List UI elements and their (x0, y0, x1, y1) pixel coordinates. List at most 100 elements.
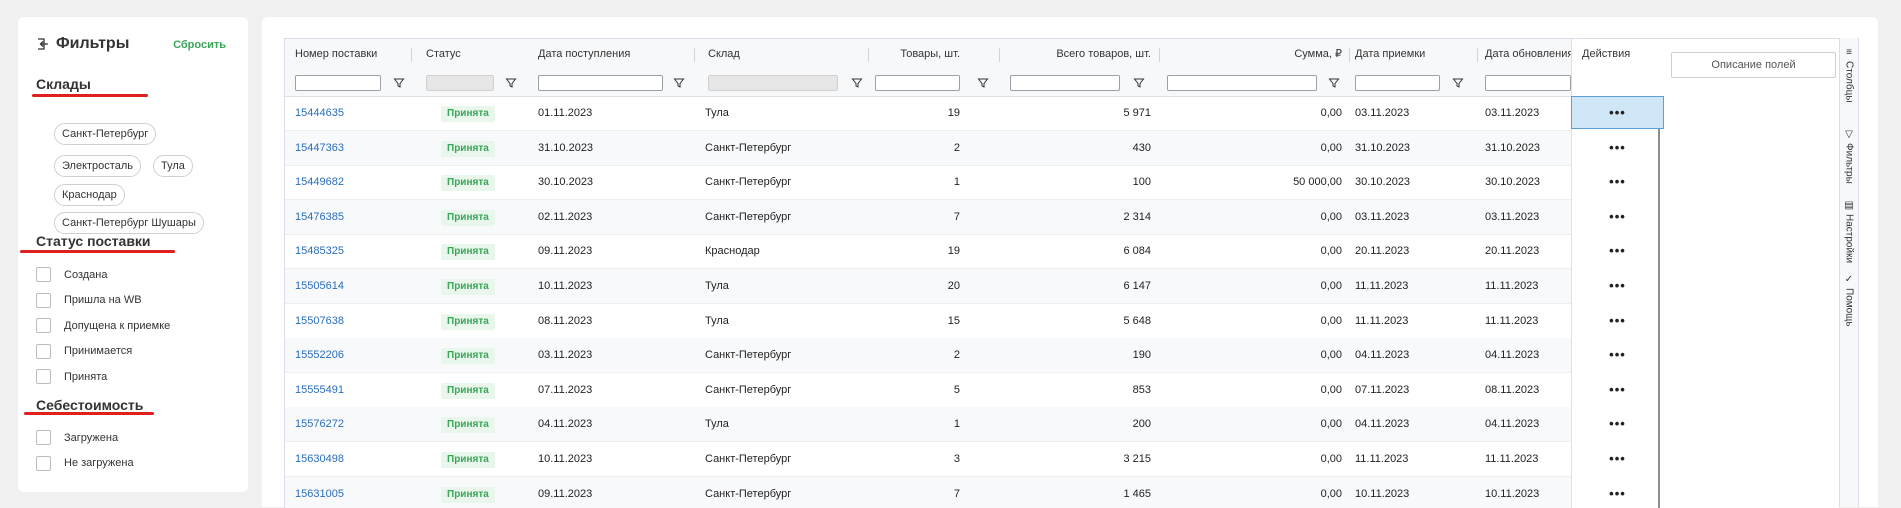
filter-input-sum[interactable] (1167, 75, 1317, 91)
filter-icon[interactable] (1328, 77, 1340, 89)
supply-number-link[interactable]: 15576272 (295, 407, 344, 441)
table-row[interactable]: 15444635 Принята 01.11.2023 Тула 19 5 971 0,00… (285, 96, 1664, 131)
filter-input-items[interactable] (875, 75, 960, 91)
column-header-actions[interactable]: Действия (1582, 39, 1630, 69)
column-resize-handle[interactable] (694, 48, 695, 62)
table-row[interactable]: 15476385 Принята 02.11.2023 Санкт-Петербург… (285, 199, 1664, 235)
filter-input-arrival-date[interactable] (538, 75, 663, 91)
filter-input-total-items[interactable] (1010, 75, 1120, 91)
checkbox[interactable] (36, 455, 51, 471)
warehouse-chip[interactable]: Электросталь (54, 155, 141, 177)
row-actions-button[interactable]: ••• (1571, 200, 1664, 234)
status-badge: Принята (441, 486, 495, 503)
row-actions-button[interactable]: ••• (1571, 131, 1664, 165)
checkbox[interactable] (36, 369, 51, 384)
column-header-number[interactable]: Номер поставки (295, 39, 415, 69)
side-tab-1[interactable]: ▽ Фильтры (1840, 130, 1858, 184)
table-row[interactable]: 15449682 Принята 30.10.2023 Санкт-Петербург… (285, 165, 1664, 201)
cost-option[interactable]: Загружена (36, 430, 118, 445)
side-tab-2[interactable]: ▤ Настройки (1840, 201, 1858, 264)
column-header-accept-date[interactable]: Дата приемки (1355, 39, 1455, 69)
filter-icon[interactable] (1133, 77, 1145, 89)
row-actions-button[interactable]: ••• (1571, 407, 1664, 441)
status-option[interactable]: Пришла на WB (36, 292, 142, 308)
column-resize-handle[interactable] (999, 48, 1000, 62)
warehouse-chip[interactable]: Краснодар (54, 184, 125, 206)
table-row[interactable]: 15631005 Принята 09.11.2023 Санкт-Петербург… (285, 476, 1664, 508)
supply-number-link[interactable]: 15507638 (295, 304, 344, 338)
warehouse-chip[interactable]: Тула (153, 155, 193, 177)
status-option[interactable]: Допущена к приемке (36, 318, 170, 333)
table-row[interactable]: 15507638 Принята 08.11.2023 Тула 15 5 648 0,00… (285, 304, 1664, 339)
supply-number-link[interactable]: 15485325 (295, 234, 344, 268)
warehouse-chip[interactable]: Санкт-Петербург (54, 123, 157, 145)
column-header-items[interactable]: Товары, шт. (845, 39, 960, 69)
filter-input-number[interactable] (295, 75, 381, 91)
supply-number-link[interactable]: 15555491 (295, 373, 344, 407)
table-row[interactable]: 15447363 Принята 31.10.2023 Санкт-Петербург… (285, 130, 1664, 166)
table-row[interactable]: 15485325 Принята 09.11.2023 Краснодар 19 6 08… (285, 234, 1664, 270)
checkbox[interactable] (36, 430, 51, 445)
supply-number-link[interactable]: 15447363 (295, 131, 344, 165)
filter-input-accept-date[interactable] (1355, 75, 1440, 91)
checkbox[interactable] (36, 292, 51, 308)
status-option[interactable]: Создана (36, 267, 107, 282)
table-row[interactable]: 15505614 Принята 10.11.2023 Тула 20 6 147 0,00… (285, 269, 1664, 304)
supply-number-link[interactable]: 15552206 (295, 338, 344, 372)
column-resize-handle[interactable] (868, 48, 869, 62)
row-actions-button[interactable]: ••• (1571, 304, 1664, 338)
row-actions-button[interactable]: ••• (1571, 373, 1664, 407)
supply-number-link[interactable]: 15631005 (295, 477, 344, 508)
column-header-status[interactable]: Статус (426, 39, 516, 69)
supply-number-link[interactable]: 15505614 (295, 269, 344, 303)
supply-number-link[interactable]: 15444635 (295, 96, 344, 130)
checkbox[interactable] (36, 318, 51, 333)
column-resize-handle[interactable] (1477, 48, 1478, 62)
row-actions-button[interactable]: ••• (1571, 96, 1664, 130)
status-option[interactable]: Принята (36, 369, 107, 384)
column-resize-handle[interactable] (1349, 48, 1350, 62)
table-row[interactable]: 15552206 Принята 03.11.2023 Санкт-Петербург… (285, 338, 1664, 374)
cost-option[interactable]: Не загружена (36, 455, 134, 471)
filter-icon[interactable] (505, 77, 517, 89)
filter-icon[interactable] (393, 77, 405, 89)
filter-input-updated-date[interactable] (1485, 75, 1571, 91)
column-resize-handle[interactable] (411, 48, 412, 62)
column-header-arrival-date[interactable]: Дата поступления (538, 39, 658, 69)
supply-number-link[interactable]: 15449682 (295, 165, 344, 199)
checkbox[interactable] (36, 343, 51, 359)
row-actions-button[interactable]: ••• (1571, 234, 1664, 268)
reset-filters-link[interactable]: Сбросить (173, 39, 226, 51)
table-row[interactable]: 15555491 Принята 07.11.2023 Санкт-Петербург… (285, 373, 1664, 408)
updated-date-cell: 03.11.2023 (1485, 210, 1540, 223)
column-header-warehouse[interactable]: Склад (708, 39, 838, 69)
side-tab-0[interactable]: ≡ Столбцы (1840, 48, 1858, 103)
filter-icon[interactable] (977, 77, 989, 89)
describe-fields-button[interactable]: Описание полей (1671, 52, 1836, 78)
side-tab-3[interactable]: ✓ Помощь (1840, 275, 1858, 327)
row-actions-button[interactable]: ••• (1571, 165, 1664, 199)
checkbox[interactable] (36, 267, 51, 282)
row-actions-button[interactable]: ••• (1571, 338, 1664, 372)
filter-icon[interactable] (1452, 77, 1464, 89)
status-option[interactable]: Принимается (36, 343, 132, 359)
column-resize-handle[interactable] (1159, 48, 1160, 62)
warehouse-chip[interactable]: Санкт-Петербург Шушары (54, 212, 204, 234)
column-header-updated-date[interactable]: Дата обновления (1485, 39, 1571, 69)
column-header-total-items[interactable]: Всего товаров, шт. (985, 39, 1151, 69)
row-actions-button[interactable]: ••• (1571, 269, 1664, 303)
section-title-status: Статус поставки (36, 233, 151, 249)
row-actions-button[interactable]: ••• (1571, 477, 1664, 508)
column-header-sum[interactable]: Сумма, ₽ (1165, 39, 1342, 69)
supply-number-link[interactable]: 15476385 (295, 200, 344, 234)
filter-icon[interactable] (673, 77, 685, 89)
table-row[interactable]: 15576272 Принята 04.11.2023 Тула 1 200 0,00 04.… (285, 407, 1664, 443)
table-row[interactable]: 15630498 Принята 10.11.2023 Санкт-Петербург… (285, 442, 1664, 477)
vertical-scrollbar[interactable] (1658, 129, 1660, 508)
supply-number-link[interactable]: 15630498 (295, 442, 344, 476)
collapse-filters-icon[interactable] (36, 37, 50, 51)
arrival-date-cell: 09.11.2023 (538, 245, 593, 258)
filter-icon[interactable] (851, 77, 863, 89)
row-actions-button[interactable]: ••• (1571, 442, 1664, 476)
filter-input-status (426, 75, 494, 91)
